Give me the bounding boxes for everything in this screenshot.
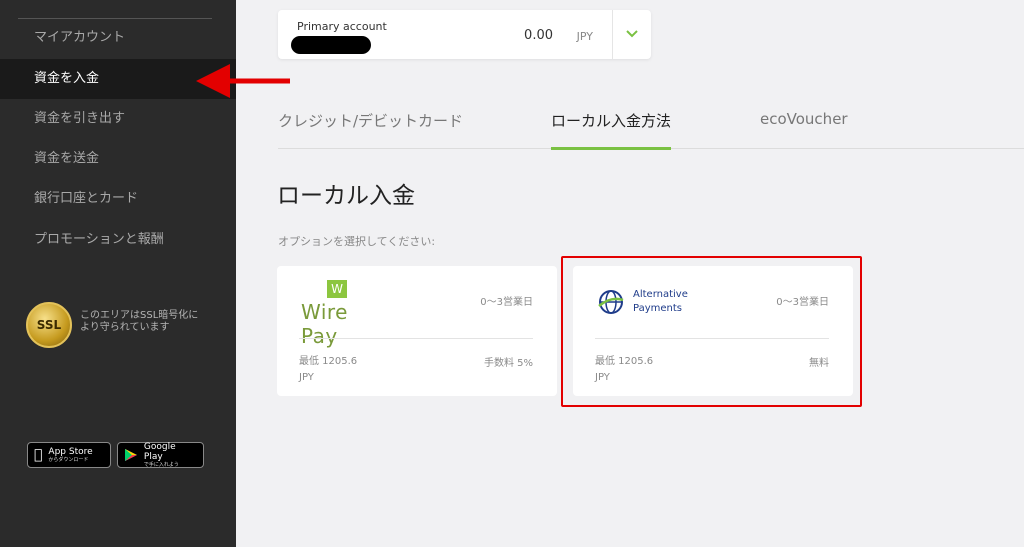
- minimum-amount-value: 最低 1205.6: [299, 356, 358, 367]
- page-title: ローカル入金: [277, 183, 415, 209]
- deposit-method-tabs: クレジット/デビットカード ローカル入金方法 ecoVoucher: [278, 100, 1024, 150]
- chevron-down-icon[interactable]: [625, 26, 639, 40]
- apple-icon: : [34, 447, 42, 463]
- payment-option-wire-pay[interactable]: W Wire Pay 0〜3営業日 最低 1205.6 JPY 手数料 5%: [277, 266, 557, 396]
- google-play-title: Google Play: [143, 441, 176, 462]
- tab-credit-debit-card[interactable]: クレジット/デビットカード: [278, 110, 463, 149]
- tab-label: ecoVoucher: [760, 110, 848, 128]
- account-divider: [612, 10, 613, 59]
- google-play-button[interactable]: Google Play で手に入れよう: [117, 442, 204, 468]
- google-play-icon: [124, 449, 137, 461]
- tab-label: ローカル入金方法: [551, 112, 672, 130]
- ssl-badge-icon: SSL: [26, 302, 72, 348]
- sidebar-item-bank-cards[interactable]: 銀行口座とカード: [0, 179, 236, 219]
- wire-pay-name: Wire Pay: [301, 300, 348, 348]
- red-arrow-annotation: [196, 64, 290, 98]
- wire-pay-logo: W Wire Pay: [301, 280, 381, 348]
- google-play-subtitle: で手に入れよう: [143, 461, 179, 468]
- active-tab-indicator: [551, 147, 672, 150]
- processing-time: 0〜3営業日: [480, 297, 533, 308]
- minimum-amount-currency: JPY: [299, 372, 314, 383]
- account-currency: JPY: [576, 30, 593, 43]
- tab-ecovoucher[interactable]: ecoVoucher: [760, 110, 848, 149]
- app-store-title: App Store: [40, 446, 92, 457]
- tab-label: クレジット/デビットカード: [278, 112, 464, 130]
- sidebar-item-withdraw[interactable]: 資金を引き出す: [0, 99, 236, 139]
- red-highlight-box: [561, 256, 862, 407]
- ssl-text: このエリアはSSL暗号化により守られています: [80, 310, 199, 333]
- sidebar-item-my-account[interactable]: マイアカウント: [0, 18, 236, 58]
- account-label: Primary account: [297, 20, 387, 33]
- sidebar-item-transfer[interactable]: 資金を送金: [0, 139, 236, 179]
- sidebar-item-promotions[interactable]: プロモーションと報酬: [0, 220, 236, 260]
- account-selector[interactable]: Primary account 0.00 JPY: [278, 10, 651, 59]
- ssl-badge-text: SSL: [36, 318, 62, 332]
- ssl-notice: SSL このエリアはSSL暗号化により守られています: [26, 302, 202, 348]
- minimum-amount: 最低 1205.6 JPY: [299, 354, 357, 386]
- card-divider: [299, 338, 533, 339]
- wire-pay-mark-icon: W: [327, 280, 347, 298]
- tab-local-deposit[interactable]: ローカル入金方法: [551, 110, 672, 150]
- app-store-button[interactable]:  App Store からダウンロード: [27, 442, 111, 468]
- app-store-subtitle: からダウンロード: [40, 456, 88, 463]
- redacted-account-number: [291, 36, 371, 54]
- fee: 手数料 5%: [483, 358, 533, 369]
- options-prompt: オプションを選択してください:: [278, 235, 436, 248]
- account-balance: 0.00: [524, 28, 553, 43]
